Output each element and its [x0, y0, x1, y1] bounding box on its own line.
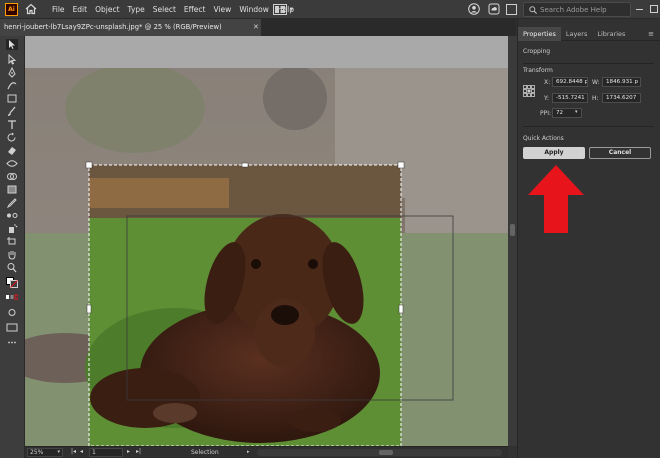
last-artboard-icon[interactable]: ▸|: [136, 448, 141, 455]
pasteboard-strip: [25, 36, 508, 68]
chevron-right-icon[interactable]: ▸: [247, 447, 250, 458]
y-field[interactable]: -515.7241 p: [552, 93, 588, 103]
horizontal-scrollbar[interactable]: [257, 449, 502, 456]
quick-actions-title: Quick Actions: [523, 135, 564, 142]
zoom-value: 25%: [30, 449, 44, 456]
symbol-sprayer-tool-icon[interactable]: [6, 223, 18, 234]
search-box[interactable]: [523, 2, 631, 17]
edit-toolbar-icon[interactable]: [6, 337, 18, 348]
menu-file[interactable]: File: [52, 0, 65, 19]
y-label: Y:: [544, 95, 549, 102]
artboard-tool-icon[interactable]: [6, 236, 18, 247]
menu-effect[interactable]: Effect: [184, 0, 206, 19]
red-arrow-annotation: [528, 165, 584, 233]
close-icon[interactable]: ✕: [253, 19, 259, 36]
home-icon[interactable]: [25, 3, 37, 15]
status-tool-text[interactable]: Selection: [191, 447, 219, 458]
cloud-sync-icon[interactable]: [488, 3, 500, 15]
tab-layers[interactable]: Layers: [561, 27, 593, 41]
transform-section-title: Transform: [523, 67, 553, 74]
menu-select[interactable]: Select: [153, 0, 176, 19]
width-tool-icon[interactable]: [6, 158, 18, 169]
divider: [523, 126, 654, 127]
menu-object[interactable]: Object: [95, 0, 119, 19]
x-label: X:: [544, 79, 551, 86]
selection-tool-icon[interactable]: [6, 39, 18, 50]
canvas-area[interactable]: [25, 36, 508, 446]
horizontal-scrollbar-thumb[interactable]: [379, 450, 393, 455]
tab-properties[interactable]: Properties: [518, 27, 561, 41]
search-input[interactable]: [540, 3, 630, 16]
ppi-label: PPI:: [540, 110, 552, 117]
h-label: H:: [592, 95, 599, 102]
draw-mode-icon[interactable]: [6, 307, 18, 318]
search-icon: [529, 6, 537, 14]
menu-items: File Edit Object Type Select Effect View…: [52, 0, 302, 19]
status-bar: 25% ▾ |◂ ◂ 1 ▸ ▸| Selection ▸: [25, 446, 508, 458]
zoom-tool-icon[interactable]: [6, 262, 18, 273]
color-mode-icons[interactable]: [6, 292, 18, 303]
vertical-scrollbar[interactable]: [508, 36, 517, 446]
curvature-tool-icon[interactable]: [6, 80, 18, 91]
cancel-button[interactable]: Cancel: [589, 147, 651, 159]
workspace-switcher-icon[interactable]: [273, 4, 287, 15]
eyedropper-tool-icon[interactable]: [6, 197, 18, 208]
menu-type[interactable]: Type: [128, 0, 145, 19]
menu-view[interactable]: View: [214, 0, 232, 19]
divider: [523, 63, 654, 64]
minimize-icon[interactable]: [636, 9, 643, 10]
menu-bar: Ai File Edit Object Type Select Effect V…: [0, 0, 660, 19]
artboard-select[interactable]: 1: [89, 448, 123, 457]
blend-tool-icon[interactable]: [6, 210, 18, 221]
properties-panel: Properties Layers Libraries ≡ Cropping T…: [517, 19, 660, 458]
previous-artboard-icon[interactable]: ◂: [80, 448, 83, 455]
zoom-select[interactable]: 25% ▾: [27, 448, 63, 457]
w-field[interactable]: 1846.931 p: [602, 77, 641, 87]
shape-builder-tool-icon[interactable]: [6, 171, 18, 182]
pen-tool-icon[interactable]: [6, 67, 18, 78]
type-tool-icon[interactable]: [6, 119, 18, 130]
reference-point-icon[interactable]: [523, 85, 535, 97]
hand-tool-icon[interactable]: [6, 249, 18, 260]
first-artboard-icon[interactable]: |◂: [71, 448, 76, 455]
artboard-value: 1: [92, 449, 96, 456]
next-artboard-icon[interactable]: ▸: [127, 448, 130, 455]
chevron-down-icon[interactable]: ▾: [290, 6, 293, 13]
rectangle-tool-icon[interactable]: [6, 93, 18, 104]
eraser-tool-icon[interactable]: [6, 145, 18, 156]
chevron-down-icon: ▾: [57, 449, 60, 455]
panel-menu-icon[interactable]: ≡: [648, 30, 654, 38]
apply-button[interactable]: Apply: [523, 147, 585, 159]
dog-photo-image[interactable]: [25, 68, 508, 446]
x-field[interactable]: 692.8448 p: [552, 77, 588, 87]
chevron-down-icon[interactable]: ▾: [575, 109, 578, 115]
tab-libraries[interactable]: Libraries: [592, 27, 630, 41]
menu-window[interactable]: Window: [239, 0, 269, 19]
maximize-icon[interactable]: [650, 5, 658, 13]
document-tab-title: henri-joubert-lb7Lsay9ZPc-unsplash.jpg* …: [4, 23, 222, 31]
panel-tabs: Properties Layers Libraries: [518, 27, 660, 41]
rotate-tool-icon[interactable]: [6, 132, 18, 143]
w-label: W:: [592, 79, 600, 86]
vertical-scrollbar-thumb[interactable]: [510, 224, 515, 236]
cropping-section-title: Cropping: [523, 48, 551, 55]
menu-edit[interactable]: Edit: [73, 0, 88, 19]
screen-mode-icon[interactable]: [6, 322, 18, 333]
paintbrush-tool-icon[interactable]: [6, 106, 18, 117]
h-field[interactable]: 1734.6207: [602, 93, 641, 103]
gradient-tool-icon[interactable]: [6, 184, 18, 195]
arrange-documents-icon[interactable]: [506, 4, 517, 15]
document-tab[interactable]: henri-joubert-lb7Lsay9ZPc-unsplash.jpg* …: [0, 19, 262, 36]
tools-panel: [0, 36, 25, 458]
direct-selection-tool-icon[interactable]: [6, 54, 18, 65]
account-icon[interactable]: [468, 3, 480, 15]
document-tab-bar: henri-joubert-lb7Lsay9ZPc-unsplash.jpg* …: [0, 19, 516, 36]
fill-stroke-swatch-icon[interactable]: [6, 277, 18, 288]
app-logo: Ai: [5, 3, 18, 16]
